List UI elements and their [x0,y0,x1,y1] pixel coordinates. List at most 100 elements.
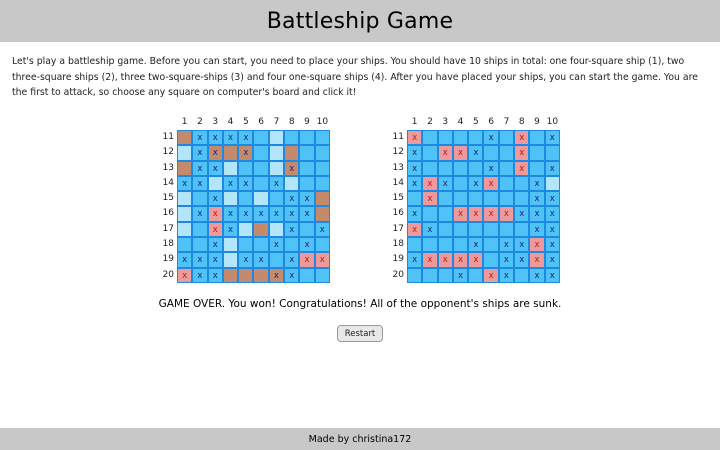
computer-board-cell[interactable] [437,130,453,146]
computer-board-cell[interactable] [407,267,423,283]
computer-board-cell[interactable] [544,175,560,192]
computer-board-cell[interactable] [514,175,530,192]
computer-board-cell[interactable] [437,221,453,238]
computer-board-cell[interactable] [437,237,453,253]
computer-board-cell[interactable] [483,191,499,207]
computer-board-cell[interactable]: x [422,252,438,268]
computer-board-cell[interactable]: x [544,206,560,222]
computer-board-cell[interactable]: x [498,267,515,283]
computer-board-cell[interactable]: x [452,252,469,268]
computer-board-cell[interactable]: x [529,191,545,207]
computer-board-cell[interactable]: x [529,267,545,283]
restart-button[interactable]: Restart [337,325,383,342]
computer-board-cell[interactable]: x [529,252,545,268]
computer-board-cell[interactable]: x [529,237,545,253]
computer-board-cell[interactable] [422,130,438,146]
computer-board-cell[interactable]: x [514,237,530,253]
computer-board-cell[interactable]: x [483,160,499,176]
computer-board-cell[interactable]: x [468,237,484,253]
computer-board-cell[interactable] [452,237,469,253]
computer-board-cell[interactable] [468,191,484,207]
computer-board-cell[interactable]: x [514,145,530,161]
computer-board-cell[interactable] [422,160,438,176]
computer-board-cell[interactable]: x [483,206,499,222]
computer-board-cell[interactable] [498,175,515,192]
computer-board-cell[interactable] [498,191,515,207]
computer-board-cell[interactable]: x [437,252,453,268]
computer-board-cell[interactable] [529,160,545,176]
computer-board-cell[interactable]: x [544,191,560,207]
computer-board-cell[interactable]: x [544,237,560,253]
computer-board-cell[interactable]: x [544,130,560,146]
computer-board-cell[interactable] [544,145,560,161]
computer-board-cell[interactable] [437,160,453,176]
computer-board-cell[interactable] [422,206,438,222]
computer-board-cell[interactable] [529,145,545,161]
computer-board-cell[interactable] [468,130,484,146]
computer-board-cell[interactable]: x [468,252,484,268]
computer-board-cell[interactable] [514,221,530,238]
computer-board-cell[interactable] [514,267,530,283]
computer-board-cell[interactable]: x [544,267,560,283]
computer-board-cell[interactable]: x [407,175,423,192]
computer-board-cell[interactable]: x [514,160,530,176]
computer-board-cell[interactable]: x [452,206,469,222]
computer-board-cell[interactable]: x [514,206,530,222]
computer-board-cell[interactable]: x [422,221,438,238]
computer-board-cell[interactable]: x [529,221,545,238]
computer-board-cell[interactable]: x [544,252,560,268]
computer-board-cell[interactable]: x [514,252,530,268]
computer-board-cell[interactable]: x [468,175,484,192]
computer-board-cell[interactable]: x [437,175,453,192]
computer-board-cell[interactable] [407,191,423,207]
computer-board-cell[interactable] [452,221,469,238]
computer-board-cell[interactable] [452,191,469,207]
computer-board-cell[interactable]: x [498,206,515,222]
computer-board-cell[interactable]: x [407,221,423,238]
computer-board-cell[interactable] [422,145,438,161]
computer-board-cell[interactable]: x [498,237,515,253]
computer-board-cell[interactable]: x [407,252,423,268]
computer-board-cell[interactable]: x [407,206,423,222]
computer-board-cell[interactable]: x [407,145,423,161]
computer-board-cell[interactable] [452,175,469,192]
computer-board-cell[interactable] [498,130,515,146]
computer-board-cell[interactable]: x [514,130,530,146]
computer-board-cell[interactable] [452,130,469,146]
computer-board-cell[interactable]: x [422,175,438,192]
computer-board-cell[interactable] [452,160,469,176]
computer-board-cell[interactable] [514,191,530,207]
computer-board-cell[interactable] [437,206,453,222]
computer-board-cell[interactable] [498,221,515,238]
computer-board-cell[interactable]: x [529,206,545,222]
computer-board-cell[interactable]: x [407,130,423,146]
computer-board-cell[interactable]: x [529,175,545,192]
computer-board-cell[interactable]: x [422,191,438,207]
computer-board-cell[interactable] [468,221,484,238]
computer-board-cell[interactable] [483,252,499,268]
computer-board-cell[interactable]: x [437,145,453,161]
computer-board-cell[interactable]: x [468,206,484,222]
computer-board-cell[interactable]: x [407,160,423,176]
computer-board-cell[interactable]: x [452,267,469,283]
computer-board-cell[interactable]: x [544,221,560,238]
computer-board-cell[interactable] [422,237,438,253]
computer-board-cell[interactable] [529,130,545,146]
computer-board-cell[interactable] [483,237,499,253]
computer-board-cell[interactable] [468,160,484,176]
computer-board-cell[interactable] [498,160,515,176]
computer-board-cell[interactable] [483,145,499,161]
computer-board-cell[interactable] [437,267,453,283]
computer-board-cell[interactable] [498,145,515,161]
computer-board-cell[interactable]: x [544,160,560,176]
computer-board-cell[interactable] [468,267,484,283]
computer-board-cell[interactable]: x [498,252,515,268]
computer-board-cell[interactable]: x [452,145,469,161]
computer-board-cell[interactable] [422,267,438,283]
computer-board-cell[interactable] [407,237,423,253]
computer-board-cell[interactable] [483,221,499,238]
computer-board-cell[interactable]: x [483,267,499,283]
computer-board-cell[interactable]: x [468,145,484,161]
computer-board-cell[interactable]: x [483,130,499,146]
computer-board-cell[interactable]: x [483,175,499,192]
